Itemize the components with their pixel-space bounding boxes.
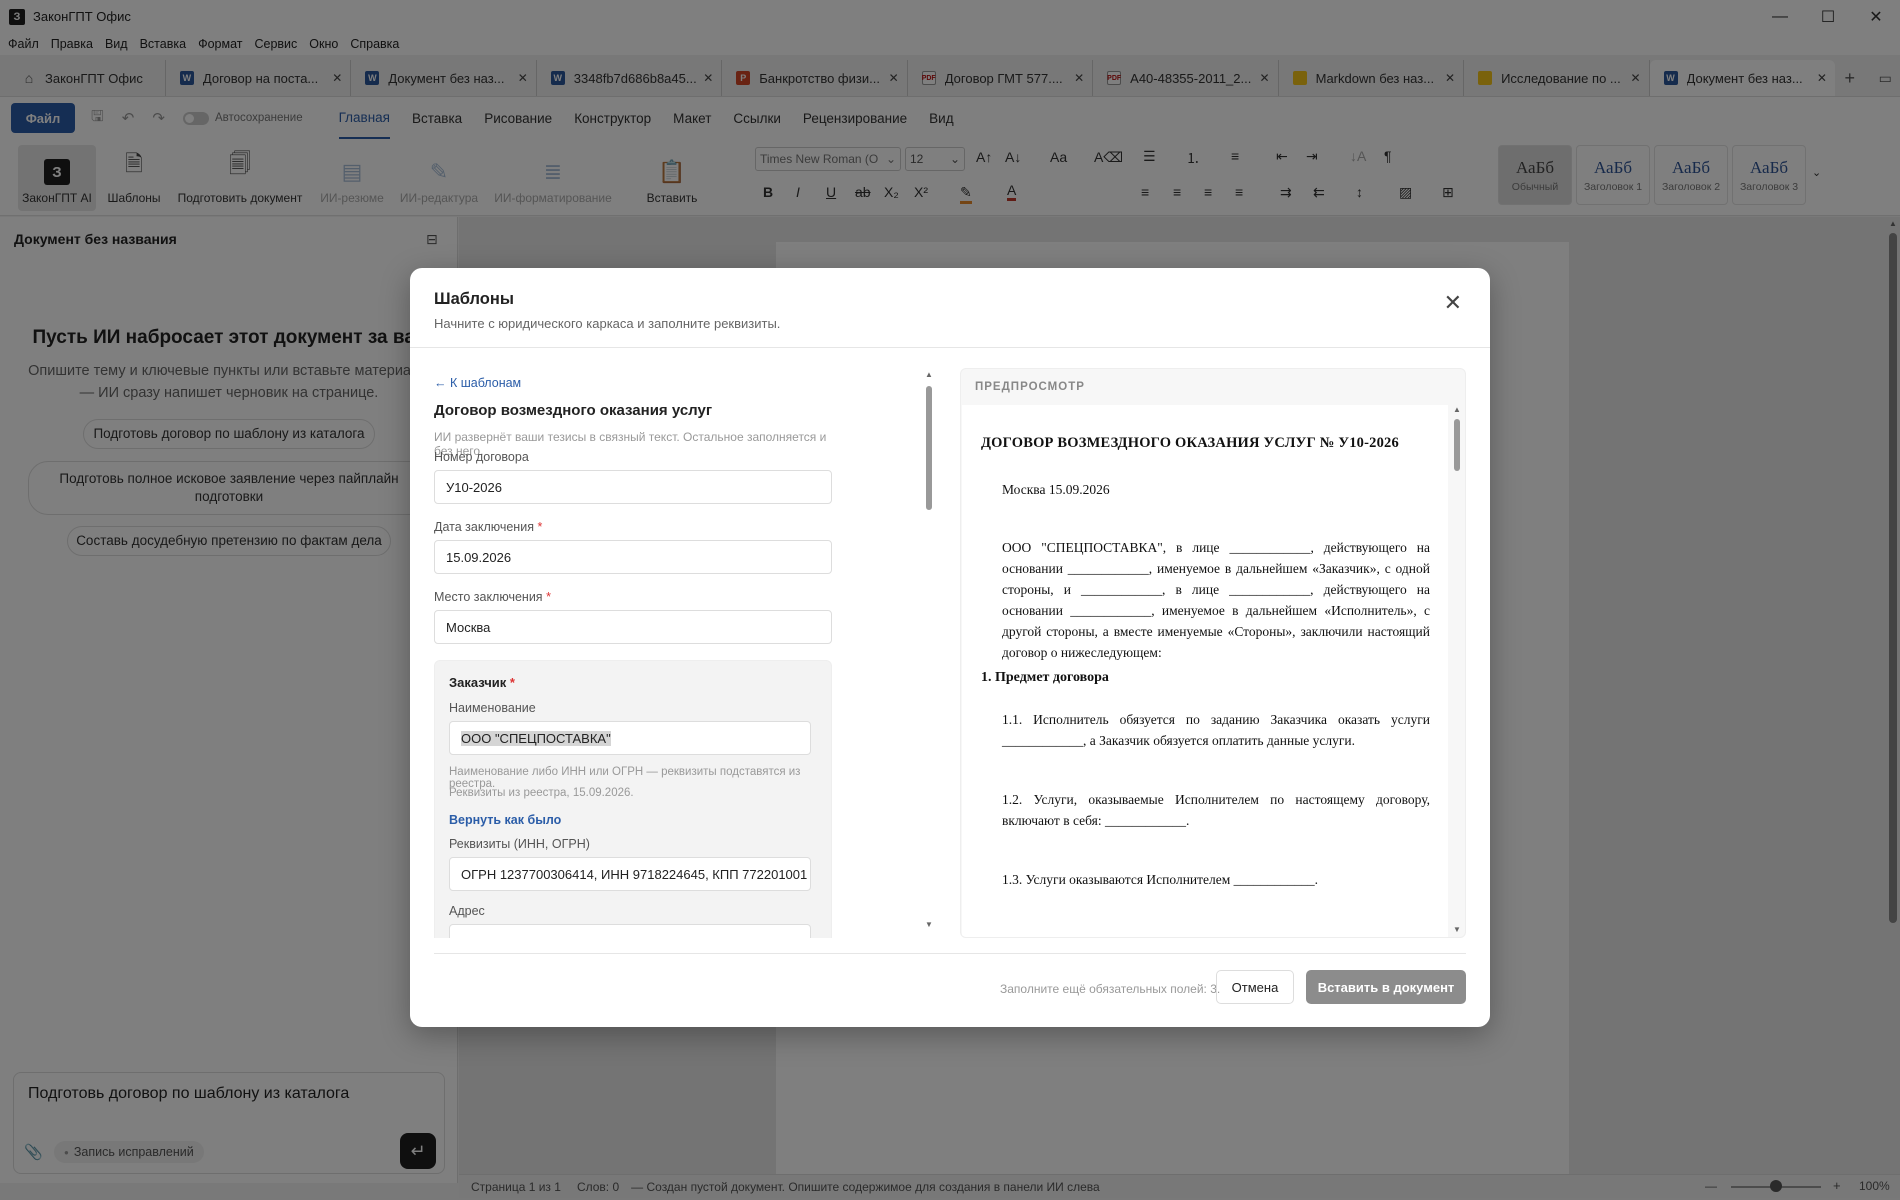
- dialog-title: Шаблоны: [434, 290, 514, 308]
- preview-title: ДОГОВОР ВОЗМЕЗДНОГО ОКАЗАНИЯ УСЛУГ № У10…: [981, 435, 1399, 451]
- close-icon[interactable]: ✕: [1444, 290, 1462, 316]
- contract-place-label: Место заключения *: [434, 590, 551, 604]
- preview-paragraph: 1.3. Услуги оказываются Исполнителем ___…: [1002, 872, 1319, 887]
- preview-header: ПРЕДПРОСМОТР: [975, 381, 1085, 393]
- template-form: ← К шаблонам Договор возмездного оказани…: [434, 368, 844, 938]
- selected-text: ООО "СПЕЦПОСТАВКА": [461, 730, 611, 746]
- contract-number-label: Номер договора: [434, 450, 529, 464]
- required-fields-note: Заполните ещё обязательных полей: 3.: [1000, 982, 1221, 996]
- required-mark: *: [509, 675, 515, 690]
- required-mark: *: [546, 590, 551, 604]
- contract-place-input[interactable]: Москва: [434, 610, 832, 644]
- scroll-down-icon[interactable]: ▼: [925, 920, 933, 929]
- insert-into-document-button[interactable]: Вставить в документ: [1306, 970, 1466, 1004]
- required-mark: *: [537, 520, 543, 534]
- divider: [410, 347, 1490, 348]
- customer-requisites-label: Реквизиты (ИНН, ОГРН): [449, 837, 590, 851]
- preview-scrollbar[interactable]: ▲ ▼: [1451, 405, 1463, 935]
- form-scrollbar[interactable]: ▲ ▼: [924, 370, 934, 930]
- customer-address-label: Адрес: [449, 904, 485, 918]
- form-title: Договор возмездного оказания услуг: [434, 402, 713, 419]
- back-to-templates-link[interactable]: ← К шаблонам: [434, 376, 521, 390]
- templates-dialog: Шаблоны Начните с юридического каркаса и…: [410, 268, 1490, 1027]
- revert-link[interactable]: Вернуть как было: [449, 813, 561, 827]
- preview-paragraph: 1.1. Исполнитель обязуется по заданию За…: [1002, 712, 1430, 748]
- preview-city-date: Москва 15.09.2026: [1002, 482, 1110, 497]
- scroll-up-icon[interactable]: ▲: [925, 370, 933, 379]
- scroll-thumb[interactable]: [926, 386, 932, 510]
- customer-name-label: Наименование: [449, 701, 536, 715]
- customer-title: Заказчик *: [449, 675, 515, 690]
- scroll-thumb[interactable]: [1454, 419, 1460, 471]
- customer-section: Заказчик * Наименование ООО "СПЕЦПОСТАВК…: [434, 660, 832, 938]
- registry-note: Реквизиты из реестра, 15.09.2026.: [449, 787, 634, 799]
- preview-pane: ПРЕДПРОСМОТР ДОГОВОР ВОЗМЕЗДНОГО ОКАЗАНИ…: [960, 368, 1466, 938]
- contract-number-input[interactable]: У10-2026: [434, 470, 832, 504]
- customer-requisites-input[interactable]: ОГРН 1237700306414, ИНН 9718224645, КПП …: [449, 857, 811, 891]
- contract-date-label: Дата заключения *: [434, 520, 543, 534]
- scroll-up-icon[interactable]: ▲: [1453, 405, 1461, 414]
- cancel-button[interactable]: Отмена: [1216, 970, 1294, 1004]
- preview-document: ДОГОВОР ВОЗМЕЗДНОГО ОКАЗАНИЯ УСЛУГ № У10…: [962, 405, 1448, 937]
- scroll-down-icon[interactable]: ▼: [1453, 925, 1461, 934]
- divider: [434, 953, 1466, 954]
- customer-address-input[interactable]: [449, 924, 811, 938]
- preview-intro: ООО "СПЕЦПОСТАВКА", в лице ____________,…: [1002, 540, 1430, 660]
- customer-name-input[interactable]: ООО "СПЕЦПОСТАВКА": [449, 721, 811, 755]
- contract-date-input[interactable]: 15.09.2026: [434, 540, 832, 574]
- preview-section-heading: 1. Предмет договора: [981, 670, 1109, 685]
- preview-paragraph: 1.2. Услуги, оказываемые Исполнителем по…: [1002, 792, 1430, 828]
- dialog-subtitle: Начните с юридического каркаса и заполни…: [434, 316, 781, 331]
